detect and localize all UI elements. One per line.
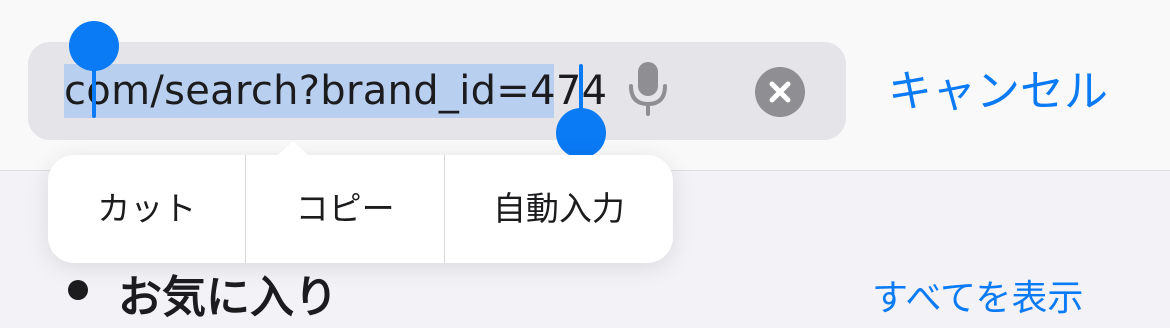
edit-menu-pointer [277,141,309,156]
selection-start-caret[interactable] [92,64,96,118]
menu-item-copy[interactable]: コピー [246,155,443,263]
favorites-title: お気に入り [118,272,338,323]
clear-button[interactable] [755,67,805,117]
microphone-icon[interactable] [622,58,674,122]
person-icon [60,280,96,300]
url-input-text[interactable]: com/search?brand_id=474 [64,62,607,120]
menu-item-autofill[interactable]: 自動入力 [445,155,673,263]
selection-start-handle[interactable] [69,21,119,71]
edit-context-menu: カット コピー 自動入力 [48,155,673,263]
selection-end-handle[interactable] [556,108,606,158]
menu-item-cut[interactable]: カット [48,155,245,263]
show-all-link[interactable]: すべてを表示 [872,274,1083,324]
clear-x-icon [769,81,791,103]
cancel-button[interactable]: キャンセル [888,62,1108,122]
